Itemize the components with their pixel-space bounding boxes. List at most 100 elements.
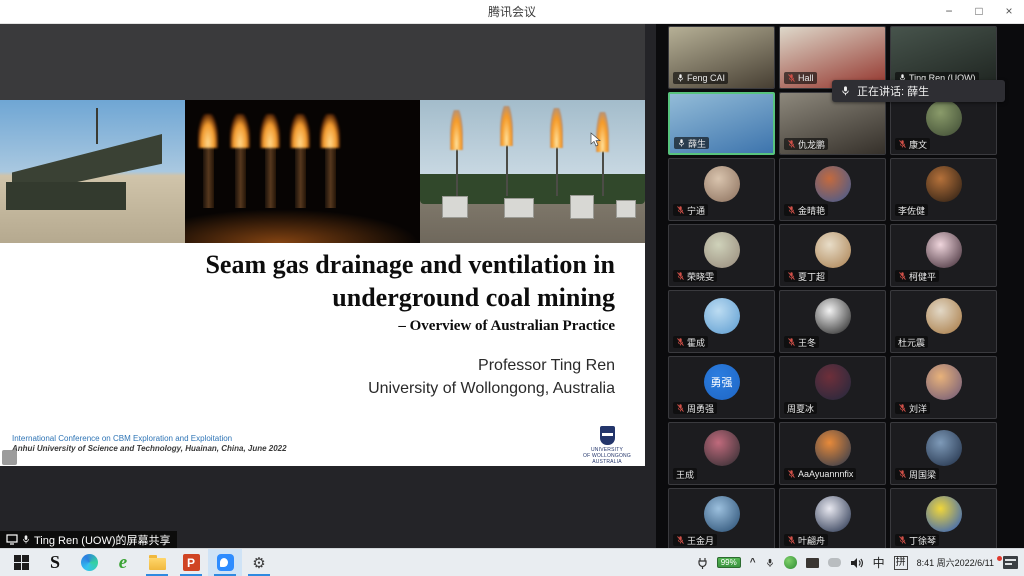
participant-tile-22[interactable]: 王金月 — [668, 488, 775, 551]
ime-language-indicator[interactable]: 中 — [873, 554, 885, 571]
participant-avatar — [815, 232, 851, 268]
participant-name: Hall — [798, 73, 814, 83]
edge-browser[interactable] — [72, 549, 106, 576]
mic-muted-icon — [898, 535, 907, 545]
participant-name-label: 夏丁超 — [784, 270, 828, 282]
mic-muted-icon — [898, 139, 907, 149]
participant-tile-24[interactable]: 丁徐琴 — [890, 488, 997, 551]
participant-avatar — [704, 298, 740, 334]
window-title: 腾讯会议 — [0, 0, 1024, 24]
slideshow-nav-button[interactable] — [2, 450, 17, 465]
s-app[interactable]: S — [38, 549, 72, 576]
participant-name-label: 仇龙鹏 — [784, 138, 828, 150]
mic-muted-icon — [787, 205, 796, 215]
settings[interactable]: ⚙ — [242, 549, 276, 576]
participant-name: 杜元震 — [898, 336, 925, 348]
participant-name: 刘洋 — [909, 402, 927, 414]
participant-avatar — [926, 100, 962, 136]
shared-slide: Seam gas drainage and ventilation in und… — [0, 24, 645, 466]
maximize-button[interactable]: □ — [964, 0, 994, 24]
participant-name-label: 康文 — [895, 138, 930, 150]
internet-explorer-icon: e — [119, 552, 127, 574]
s-app-icon: S — [50, 552, 60, 573]
mic-muted-icon — [787, 139, 796, 149]
taskbar-clock[interactable]: 8:41 周六 2022/6/11 — [917, 558, 994, 568]
participant-name: 金晴艳 — [798, 204, 825, 216]
internet-explorer[interactable]: e — [106, 549, 140, 576]
participant-tile-13[interactable]: 霍成 — [668, 290, 775, 353]
participant-tile-1[interactable]: Feng CAI — [668, 26, 775, 89]
participant-tile-19[interactable]: 王成 — [668, 422, 775, 485]
participant-tile-4[interactable]: 薛生 — [668, 92, 775, 155]
tencent-meeting[interactable] — [208, 549, 242, 576]
power-plug-icon[interactable] — [697, 557, 708, 569]
participant-tile-10[interactable]: 荣晓雯 — [668, 224, 775, 287]
participant-avatar — [815, 364, 851, 400]
participant-name: 李佐健 — [898, 204, 925, 216]
battery-indicator[interactable]: 99% — [717, 557, 741, 568]
participant-name: 叶翩舟 — [798, 534, 825, 546]
participant-tile-8[interactable]: 金晴艳 — [779, 158, 886, 221]
toast-text: 正在讲话: 薛生 — [857, 83, 929, 99]
participant-avatar — [704, 430, 740, 466]
windows-logo-icon — [14, 555, 29, 570]
participant-name: 王冬 — [798, 336, 816, 348]
mic-muted-icon — [787, 271, 796, 281]
participant-name: Feng CAI — [687, 73, 725, 83]
mic-muted-icon — [898, 403, 907, 413]
participant-name: 荣晓雯 — [687, 270, 714, 282]
volume-icon[interactable] — [850, 557, 864, 569]
tray-cloud-app-icon[interactable] — [828, 558, 841, 567]
mic-muted-icon — [787, 337, 796, 347]
action-center-icon[interactable] — [1003, 556, 1018, 569]
start-button[interactable] — [4, 549, 38, 576]
clock-time: 8:41 周六 — [917, 558, 955, 568]
participant-name-label: AaAyuannnfix — [784, 468, 856, 480]
file-explorer[interactable] — [140, 549, 174, 576]
mic-muted-icon — [898, 469, 907, 479]
uow-logo-text-3: AUSTRALIA — [578, 459, 636, 465]
participant-avatar — [815, 496, 851, 532]
participant-tile-14[interactable]: 王冬 — [779, 290, 886, 353]
tray-expand-chevron[interactable]: ^ — [750, 557, 756, 568]
mic-on-icon — [676, 73, 685, 83]
system-tray: 99% ^ 中 拼 8:41 周六 2022/6/11 — [697, 549, 1024, 576]
powerpoint[interactable]: P — [174, 549, 208, 576]
slide-photo-strip — [0, 100, 645, 243]
tray-mic-icon[interactable] — [765, 557, 775, 569]
participant-tile-7[interactable]: 宁通 — [668, 158, 775, 221]
ime-mode-indicator[interactable]: 拼 — [894, 556, 908, 570]
tray-dark-app-icon[interactable] — [806, 558, 819, 568]
participant-tile-23[interactable]: 叶翩舟 — [779, 488, 886, 551]
participant-tile-21[interactable]: 周国梁 — [890, 422, 997, 485]
mic-muted-icon — [676, 205, 685, 215]
participant-tile-11[interactable]: 夏丁超 — [779, 224, 886, 287]
mic-muted-icon — [787, 535, 796, 545]
window-controls: − □ × — [934, 0, 1024, 24]
participant-name-label: 荣晓雯 — [673, 270, 717, 282]
share-mic-icon — [21, 534, 31, 545]
screen-share-label: Ting Ren (UOW)的屏幕共享 — [0, 531, 177, 548]
participant-avatar — [815, 430, 851, 466]
participant-tile-12[interactable]: 柯健平 — [890, 224, 997, 287]
participant-avatar — [926, 166, 962, 202]
participant-avatar — [815, 298, 851, 334]
participant-name-label: 周国梁 — [895, 468, 939, 480]
participant-name: 薛生 — [688, 137, 706, 149]
participant-tile-15[interactable]: 杜元震 — [890, 290, 997, 353]
minimize-button[interactable]: − — [934, 0, 964, 24]
close-button[interactable]: × — [994, 0, 1024, 24]
participant-tile-20[interactable]: AaAyuannnfix — [779, 422, 886, 485]
participant-tile-16[interactable]: 勇强周勇强 — [668, 356, 775, 419]
participant-name: 王成 — [676, 468, 694, 480]
tray-green-app-icon[interactable] — [784, 556, 797, 569]
participant-tile-9[interactable]: 李佐健 — [890, 158, 997, 221]
participant-tile-18[interactable]: 刘洋 — [890, 356, 997, 419]
participant-name-label: 杜元震 — [895, 336, 928, 348]
participant-name-label: 叶翩舟 — [784, 534, 828, 546]
mic-muted-icon — [676, 535, 685, 545]
participant-tile-17[interactable]: 周夏冰 — [779, 356, 886, 419]
participant-name-label: 王成 — [673, 468, 697, 480]
photo-flare-stacks-night — [185, 100, 420, 243]
participant-avatar — [926, 232, 962, 268]
